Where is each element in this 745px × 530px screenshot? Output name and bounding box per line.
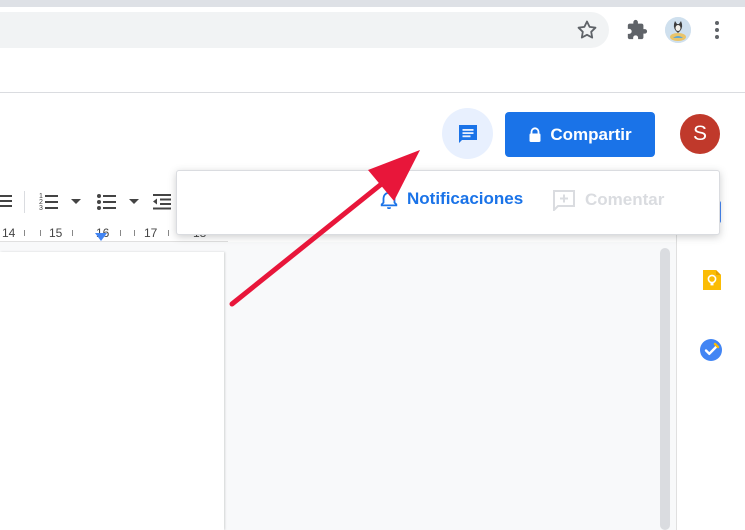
bell-icon (380, 190, 398, 209)
more-vert-icon[interactable] (707, 18, 727, 42)
decrease-indent-icon[interactable] (151, 190, 173, 212)
bookmark-bar (0, 55, 745, 93)
avatar-initial: S (692, 122, 707, 145)
screenshot: Compartir S 1 2 3 14 15 16 17 Notificaci… (0, 0, 745, 530)
scrollbar[interactable] (660, 248, 670, 530)
browser-toolbar (0, 7, 745, 55)
toolbar-divider (24, 191, 25, 213)
tasks-icon[interactable] (700, 339, 722, 361)
ruler-tick (24, 230, 25, 236)
document-canvas (0, 242, 676, 530)
bulleted-list-icon[interactable] (96, 190, 118, 212)
notifications-button[interactable]: Notificaciones (380, 189, 523, 209)
indent-marker[interactable] (95, 233, 107, 241)
ruler-label: 14 (2, 226, 16, 240)
extensions-puzzle-icon[interactable] (626, 19, 648, 41)
comment-label: Comentar (585, 190, 665, 209)
share-label: Compartir (550, 124, 632, 144)
ruler-label: 17 (144, 226, 158, 240)
keep-icon[interactable] (701, 268, 723, 292)
svg-text:3: 3 (39, 205, 43, 212)
lock-icon (529, 126, 541, 142)
numbered-list-icon[interactable]: 1 2 3 (38, 190, 60, 212)
document-page[interactable] (0, 252, 224, 530)
comment-button[interactable]: Comentar (552, 189, 664, 211)
ruler-tick (168, 230, 169, 236)
align-justify-icon[interactable] (0, 190, 14, 212)
address-bar[interactable] (0, 12, 609, 48)
star-icon[interactable] (575, 18, 599, 42)
share-button[interactable]: Compartir (505, 112, 655, 157)
ruler-label: 15 (49, 226, 63, 240)
ruler-tick (72, 230, 73, 236)
ruler-tick (134, 230, 135, 236)
add-comment-icon (553, 190, 575, 211)
profile-avatar[interactable] (665, 17, 691, 43)
browser-tab-strip (0, 0, 745, 7)
ruler-tick (40, 230, 41, 236)
notifications-label: Notificaciones (407, 189, 524, 208)
comment-history-icon (459, 125, 477, 143)
comment-history-popup: Notificaciones Comentar (176, 170, 720, 235)
ruler-tick (120, 230, 121, 236)
numbered-list-dropdown-icon[interactable] (70, 190, 82, 212)
bulleted-list-dropdown-icon[interactable] (128, 190, 140, 212)
comment-history-button[interactable] (442, 108, 493, 159)
account-avatar[interactable]: S (680, 114, 720, 154)
